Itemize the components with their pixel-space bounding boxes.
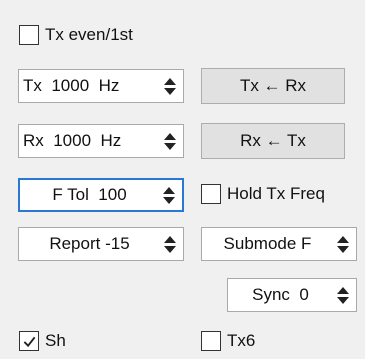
sync-spinbox[interactable]: Sync 0	[227, 278, 357, 312]
sh-label: Sh	[45, 331, 66, 350]
submode-value: Submode F	[223, 234, 312, 253]
tx-even-checkbox-row[interactable]: Tx even/1st	[19, 25, 133, 45]
rx-from-tx-button[interactable]: Rx ← Tx	[201, 123, 345, 159]
check-icon	[23, 336, 35, 347]
hold-tx-freq-checkbox-row[interactable]: Hold Tx Freq	[201, 184, 325, 204]
spin-arrows[interactable]	[159, 180, 179, 210]
rx-frequency-value: Rx 1000 Hz	[23, 131, 122, 150]
report-spinbox[interactable]: Report -15	[18, 227, 184, 261]
hold-tx-freq-label: Hold Tx Freq	[227, 184, 325, 203]
spin-arrows[interactable]	[160, 125, 180, 157]
tx6-checkbox-row[interactable]: Tx6	[201, 331, 255, 351]
spin-up-icon[interactable]	[164, 77, 176, 85]
submode-spinbox[interactable]: Submode F	[201, 227, 357, 261]
spin-down-icon[interactable]	[164, 142, 176, 150]
spin-arrows[interactable]	[333, 228, 353, 260]
sync-value: Sync 0	[252, 285, 309, 304]
spin-up-icon[interactable]	[164, 132, 176, 140]
spin-arrows[interactable]	[160, 70, 180, 102]
hold-tx-freq-checkbox[interactable]	[201, 184, 221, 204]
tx-frequency-spinbox[interactable]: Tx 1000 Hz	[18, 69, 184, 103]
spin-arrows[interactable]	[160, 228, 180, 260]
spin-down-icon[interactable]	[163, 196, 175, 204]
spin-up-icon[interactable]	[337, 286, 349, 294]
sh-checkbox-row[interactable]: Sh	[19, 331, 66, 351]
ftol-value: F Tol 100	[52, 185, 127, 204]
tx-frequency-value: Tx 1000 Hz	[23, 76, 120, 95]
spin-up-icon[interactable]	[164, 235, 176, 243]
sh-checkbox[interactable]	[19, 331, 39, 351]
tx6-checkbox[interactable]	[201, 331, 221, 351]
tx-even-checkbox[interactable]	[19, 25, 39, 45]
tx6-label: Tx6	[227, 331, 256, 350]
spin-arrows[interactable]	[333, 279, 353, 311]
rx-frequency-spinbox[interactable]: Rx 1000 Hz	[18, 124, 184, 158]
report-value: Report -15	[49, 234, 130, 253]
spin-down-icon[interactable]	[164, 87, 176, 95]
spin-down-icon[interactable]	[337, 296, 349, 304]
spin-up-icon[interactable]	[337, 235, 349, 243]
tx-even-label: Tx even/1st	[45, 25, 133, 44]
ftol-spinbox[interactable]: F Tol 100	[18, 178, 184, 212]
spin-down-icon[interactable]	[164, 245, 176, 253]
spin-down-icon[interactable]	[337, 245, 349, 253]
tx-from-rx-button[interactable]: Tx ← Rx	[201, 68, 345, 104]
spin-up-icon[interactable]	[163, 186, 175, 194]
